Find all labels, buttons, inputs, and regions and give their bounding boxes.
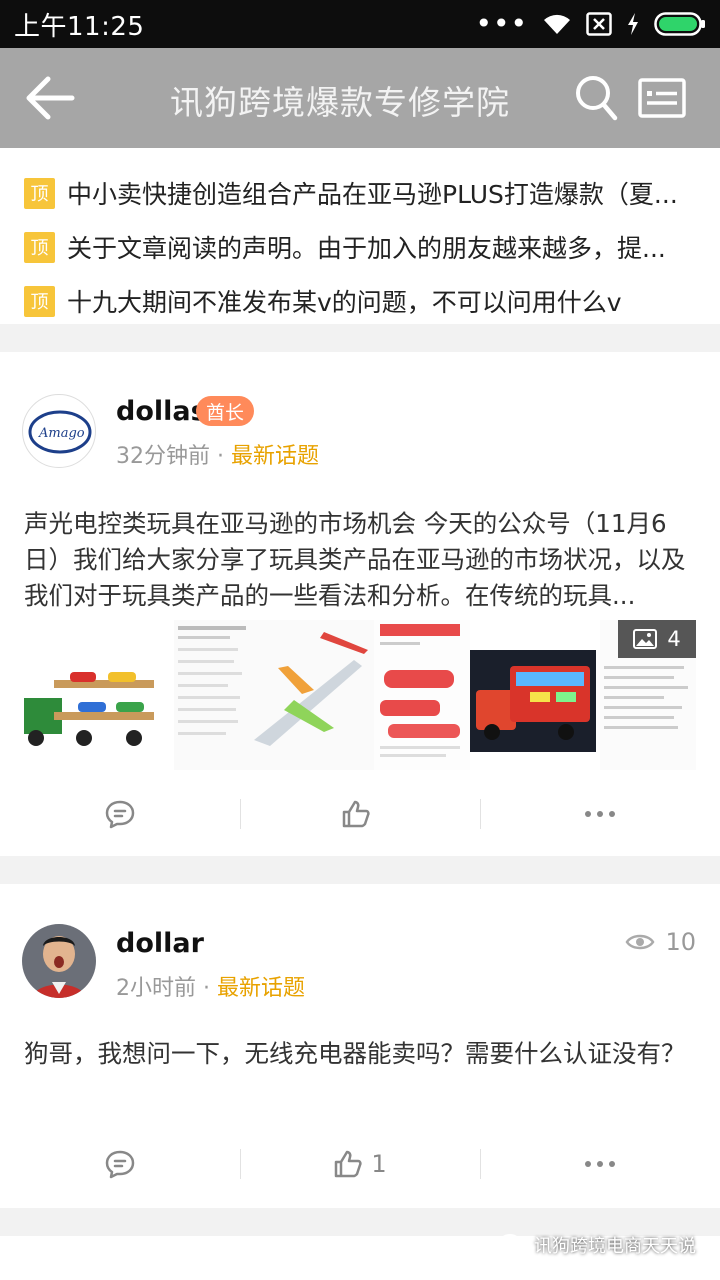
image-icon: [633, 629, 658, 649]
like-button[interactable]: [240, 784, 480, 844]
post-actions: 1: [0, 1134, 720, 1194]
post-image[interactable]: [174, 620, 374, 770]
back-button[interactable]: [22, 72, 78, 124]
charging-icon: [628, 13, 638, 35]
toy-airplane-image: [174, 620, 374, 770]
meta-separator: ·: [203, 976, 210, 1001]
watermark: 讯狗跨境电商天天说: [498, 1232, 696, 1258]
action-divider: [240, 799, 241, 829]
pinned-item-title: 十九大期间不准发布某v的问题，不可以问用什么v: [67, 288, 622, 317]
post-body[interactable]: 狗哥，我想问一下，无线充电器能卖吗？需要什么认证没有？: [24, 1036, 700, 1072]
post-actions: [0, 784, 720, 844]
action-divider: [480, 799, 481, 829]
action-divider: [240, 1149, 241, 1179]
meta-separator: ·: [217, 444, 224, 469]
pin-badge: 顶: [24, 231, 55, 263]
post-images[interactable]: 4: [24, 620, 696, 770]
more-dots-icon: [585, 811, 615, 817]
post-time: 32分钟前: [116, 444, 210, 469]
view-count: 10: [625, 928, 696, 956]
page-title: 讯狗跨境爆款专修学院: [170, 83, 510, 122]
app-header: 讯狗跨境爆款专修学院: [0, 48, 720, 148]
eye-icon: [625, 934, 655, 950]
comment-icon: [105, 1150, 135, 1179]
image-count-badge: 4: [618, 620, 696, 658]
wechat-icon: [499, 1234, 527, 1255]
post-card[interactable]: Amago dollas 酋长 32分钟前 · 最新话题 声光电控类玩具在亚马逊…: [0, 352, 720, 856]
pinned-item[interactable]: 顶 关于文章阅读的声明。由于加入的朋友越来越多，提...: [0, 220, 720, 274]
listing-screenshot-image: [374, 620, 470, 770]
more-button[interactable]: [480, 1134, 720, 1194]
like-count: 1: [371, 1150, 387, 1178]
post-meta: 2小时前 · 最新话题: [116, 970, 305, 1002]
search-icon: [576, 76, 618, 121]
more-button[interactable]: [480, 784, 720, 844]
pinned-item[interactable]: 顶 中小卖快捷创造组合产品在亚马逊PLUS打造爆款（夏...: [0, 166, 720, 220]
topic-tag[interactable]: 最新话题: [231, 444, 319, 469]
comment-icon: [105, 800, 135, 829]
username[interactable]: dollar: [116, 928, 204, 959]
post-body[interactable]: 声光电控类玩具在亚马逊的市场机会 今天的公众号（11月6日）我们给大家分享了玩具…: [24, 506, 700, 614]
pin-badge: 顶: [24, 177, 55, 209]
toy-truck-image: [24, 620, 174, 770]
post-image[interactable]: [470, 620, 600, 770]
post-image[interactable]: [374, 620, 470, 770]
thumbs-up-icon: [335, 1150, 362, 1178]
pinned-item[interactable]: 顶 十九大期间不准发布某v的问题，不可以问用什么v: [0, 274, 720, 328]
more-dots-icon: [585, 1161, 615, 1167]
post-meta: 32分钟前 · 最新话题: [116, 438, 319, 470]
like-button[interactable]: 1: [240, 1134, 480, 1194]
comment-button[interactable]: [0, 1134, 240, 1194]
post-time: 2小时前: [116, 976, 196, 1001]
pinned-item-title: 关于文章阅读的声明。由于加入的朋友越来越多，提...: [67, 234, 666, 263]
view-count-value: 10: [665, 928, 696, 956]
more-dots-icon: •••: [475, 7, 528, 40]
topic-tag[interactable]: 最新话题: [217, 976, 305, 1001]
thumbs-up-icon: [342, 800, 370, 828]
watermark-text: 讯狗跨境电商天天说: [534, 1236, 696, 1257]
arrow-left-icon: [26, 76, 75, 120]
comment-button[interactable]: [0, 784, 240, 844]
action-divider: [480, 1149, 481, 1179]
status-bar: 上午11:25 •••: [0, 0, 720, 48]
wifi-icon: [544, 14, 570, 34]
avatar[interactable]: [22, 924, 96, 998]
post-image[interactable]: [24, 620, 174, 770]
pinned-item-title: 中小卖快捷创造组合产品在亚马逊PLUS打造爆款（夏...: [67, 180, 678, 209]
status-time: 上午11:25: [14, 11, 145, 42]
pin-badge: 顶: [24, 285, 55, 317]
group-info-button[interactable]: [638, 78, 686, 118]
post-image[interactable]: 4: [600, 620, 696, 770]
avatar[interactable]: Amago: [22, 394, 96, 468]
image-count: 4: [667, 627, 681, 651]
avatar-logo-text: Amago: [38, 426, 85, 441]
post-card[interactable]: dollar 10 2小时前 · 最新话题 狗哥，我想问一下，无线充电器能卖吗？…: [0, 884, 720, 1208]
role-badge: 酋长: [196, 396, 255, 426]
card-list-icon: [638, 78, 686, 118]
username[interactable]: dollas: [116, 396, 207, 427]
pinned-topics: 顶 中小卖快捷创造组合产品在亚马逊PLUS打造爆款（夏... 顶 关于文章阅读的…: [0, 148, 720, 324]
status-icons: •••: [475, 10, 706, 38]
search-button[interactable]: [574, 74, 618, 122]
no-sim-icon: [586, 12, 612, 36]
toy-fire-truck-image: [470, 620, 600, 770]
battery-icon: [654, 12, 705, 36]
